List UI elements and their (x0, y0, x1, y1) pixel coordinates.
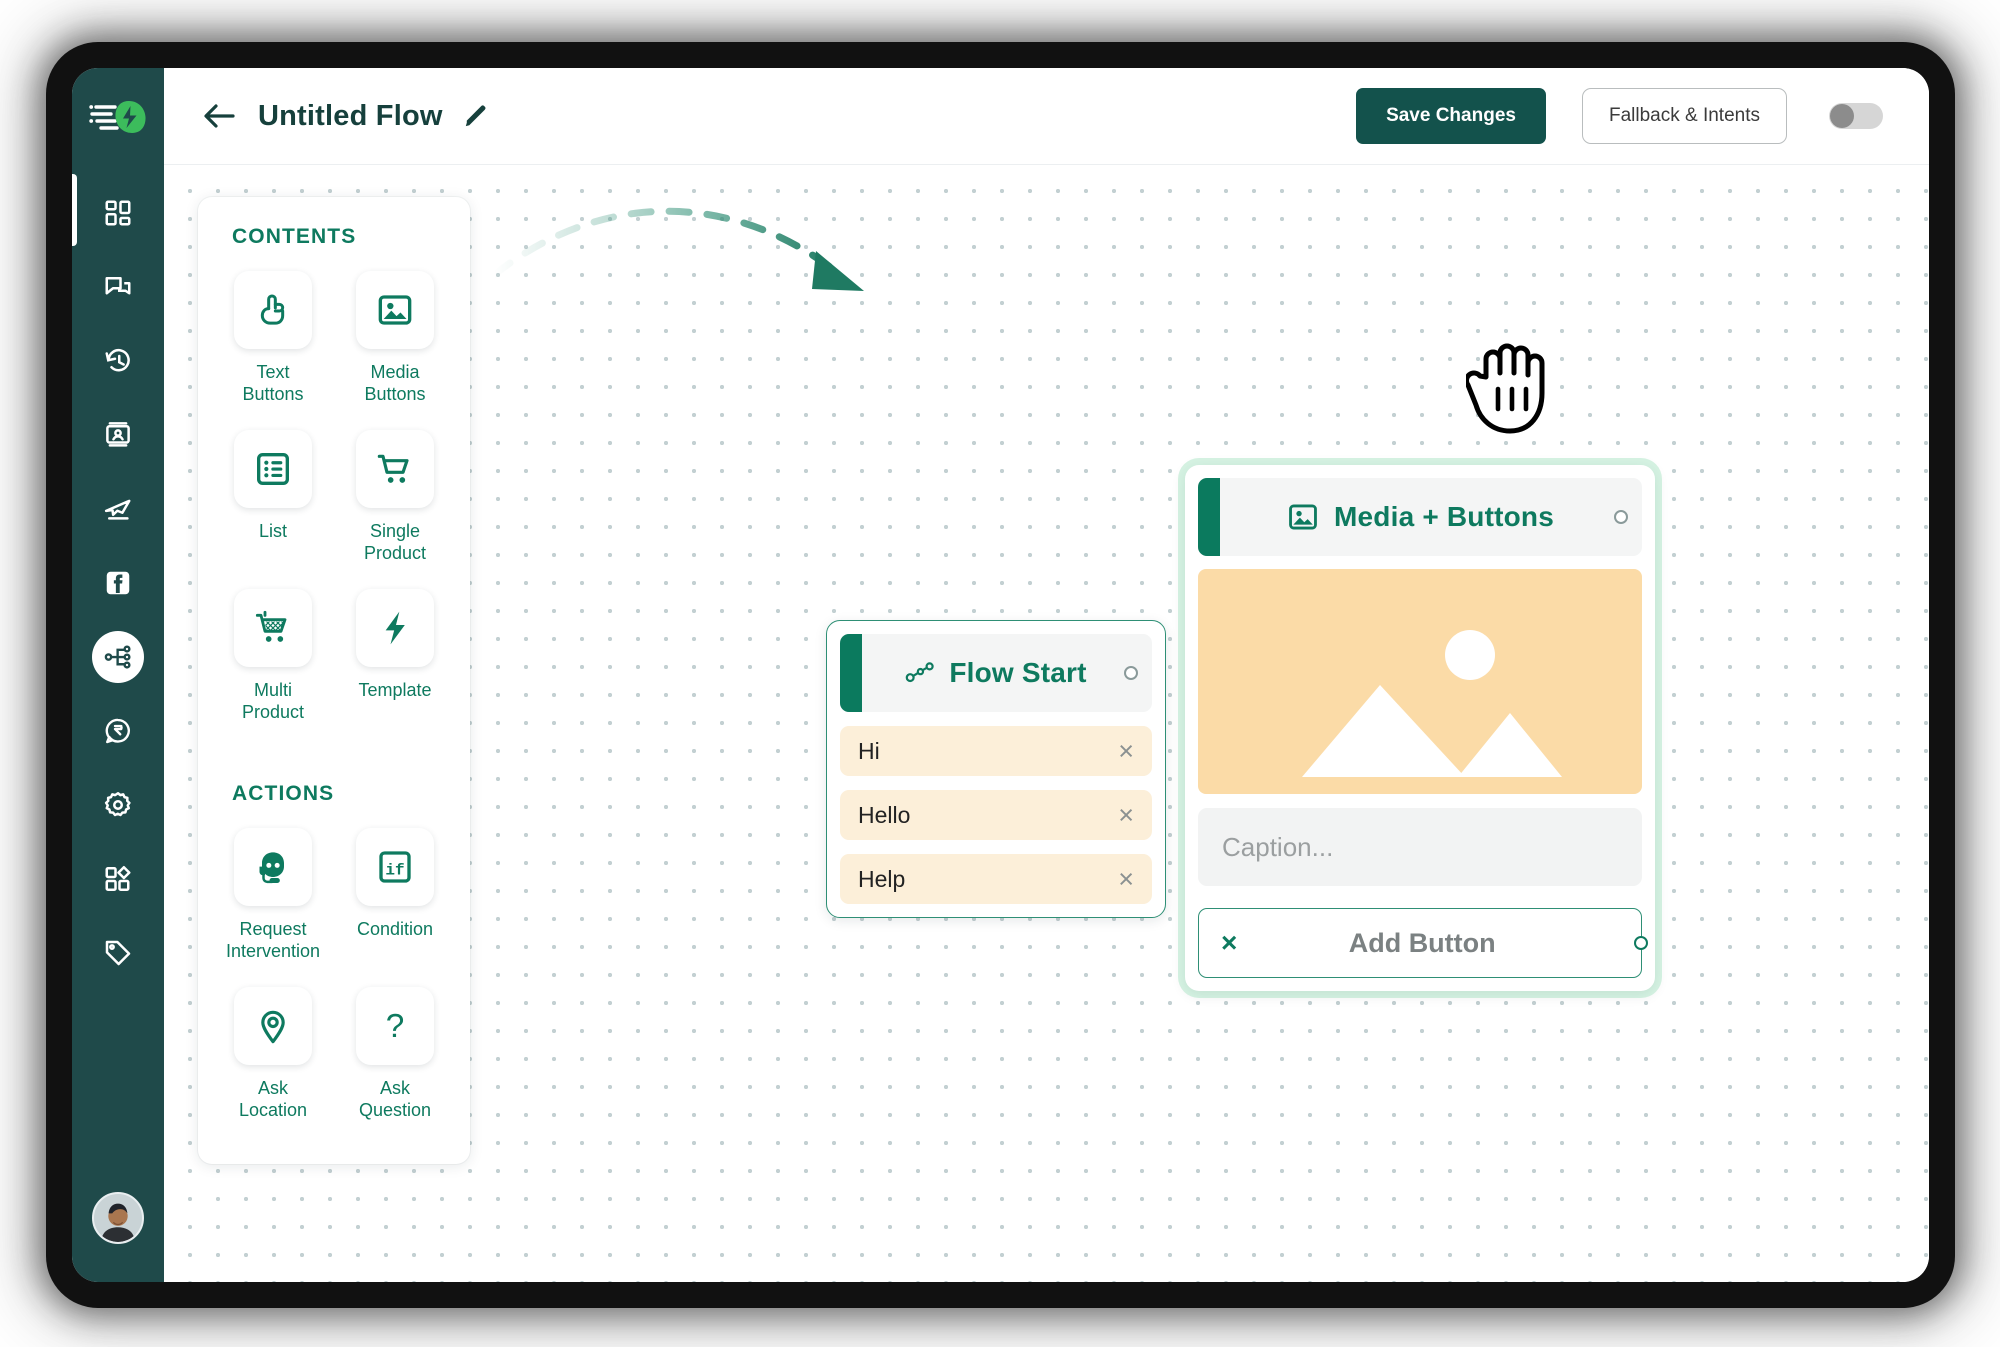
sidebar-nav (72, 187, 164, 979)
top-header: Untitled Flow Save Changes Fallback & In… (164, 68, 1929, 165)
palette-tile-list[interactable]: List (222, 430, 324, 581)
remove-trigger-icon[interactable]: × (1118, 866, 1134, 893)
sidebar-item-facebook[interactable] (92, 557, 144, 609)
caption-input[interactable]: Caption... (1198, 808, 1642, 886)
image-icon (1286, 500, 1320, 534)
media-upload-area[interactable] (1198, 569, 1642, 794)
sidebar-item-tags[interactable] (92, 927, 144, 979)
palette-tile-label: Template (358, 680, 431, 702)
flow-canvas[interactable]: CONTENTS Text Butto (164, 165, 1929, 1282)
fallback-and-intents-button[interactable]: Fallback & Intents (1582, 88, 1787, 144)
question-mark-icon: ? (356, 987, 434, 1065)
svg-text:if: if (385, 861, 404, 879)
contents-tile-grid: Text Buttons Media Buttons (222, 271, 446, 740)
trigger-row[interactable]: Help × (840, 854, 1152, 904)
palette-tile-single-product[interactable]: Single Product (344, 430, 446, 581)
palette-tile-label: Request Intervention (226, 919, 320, 963)
if-condition-icon: if (356, 828, 434, 906)
toggle-knob (1830, 104, 1854, 128)
actions-tile-grid: Request Intervention if Condition (222, 828, 446, 1138)
node-title: Media + Buttons (1334, 501, 1554, 533)
add-button-row[interactable]: × Add Button (1198, 908, 1642, 978)
main-area: Untitled Flow Save Changes Fallback & In… (164, 68, 1929, 1282)
map-pin-icon (234, 987, 312, 1065)
sidebar-item-settings[interactable] (92, 779, 144, 831)
palette-tile-template[interactable]: Template (344, 589, 446, 740)
palette-tile-text-buttons[interactable]: Text Buttons (222, 271, 324, 422)
active-section-indicator (72, 174, 77, 246)
svg-text:?: ? (386, 1008, 405, 1045)
node-flow-start[interactable]: Flow Start Hi × Hello × Help × (826, 620, 1166, 918)
node-title: Flow Start (949, 657, 1086, 689)
palette-tile-label: Media Buttons (364, 362, 425, 406)
sidebar-item-apps[interactable] (92, 853, 144, 905)
save-changes-button[interactable]: Save Changes (1356, 88, 1546, 144)
palette-tile-request-intervention[interactable]: Request Intervention (222, 828, 324, 979)
node-accent-bar (1198, 478, 1220, 556)
palette-tile-label: List (259, 521, 287, 543)
back-button[interactable] (202, 102, 236, 130)
list-icon (234, 430, 312, 508)
contents-section-title: CONTENTS (232, 225, 446, 249)
node-header[interactable]: Flow Start (840, 634, 1152, 712)
palette-tile-label: Ask Location (239, 1078, 307, 1122)
node-header[interactable]: Media + Buttons (1198, 478, 1642, 556)
page-title: Untitled Flow (258, 100, 443, 133)
trigger-text: Hello (858, 802, 1118, 829)
pencil-icon[interactable] (463, 103, 489, 129)
left-sidebar (72, 68, 164, 1282)
add-button-label: Add Button (1225, 928, 1619, 959)
sidebar-item-flows[interactable] (92, 631, 144, 683)
palette-tile-multi-product[interactable]: Multi Product (222, 589, 324, 740)
cart-full-icon (234, 589, 312, 667)
image-placeholder-icon (1230, 587, 1610, 777)
node-output-port[interactable] (1614, 510, 1628, 524)
palette-tile-label: Text Buttons (242, 362, 303, 406)
app-window: Untitled Flow Save Changes Fallback & In… (72, 68, 1929, 1282)
palette-tile-ask-location[interactable]: Ask Location (222, 987, 324, 1138)
palette-tile-label: Multi Product (242, 680, 304, 724)
remove-trigger-icon[interactable]: × (1118, 738, 1134, 765)
sidebar-item-conversations[interactable] (92, 261, 144, 313)
tap-finger-icon (234, 271, 312, 349)
agent-headset-icon (234, 828, 312, 906)
lightning-bolt-icon (356, 589, 434, 667)
button-output-port[interactable] (1634, 936, 1648, 950)
sidebar-item-history[interactable] (92, 335, 144, 387)
trigger-text: Hi (858, 738, 1118, 765)
palette-tile-label: Condition (357, 919, 433, 941)
remove-trigger-icon[interactable]: × (1118, 802, 1134, 829)
palette-tile-label: Single Product (364, 521, 426, 565)
cart-icon (356, 430, 434, 508)
user-avatar[interactable] (92, 1192, 144, 1244)
image-icon (356, 271, 434, 349)
grabbing-hand-cursor (1466, 333, 1562, 437)
node-accent-bar (840, 634, 862, 712)
node-media-buttons[interactable]: Media + Buttons Caption... × Add Button (1185, 465, 1655, 991)
brand-logo[interactable] (72, 68, 164, 165)
publish-toggle[interactable] (1829, 103, 1883, 129)
flow-nodes-icon (905, 662, 935, 684)
palette-tile-condition[interactable]: if Condition (344, 828, 446, 979)
sidebar-item-dashboard[interactable] (92, 187, 144, 239)
sidebar-item-broadcast[interactable] (92, 483, 144, 535)
trigger-text: Help (858, 866, 1118, 893)
node-output-port[interactable] (1124, 666, 1138, 680)
palette-tile-media-buttons[interactable]: Media Buttons (344, 271, 446, 422)
trigger-row[interactable]: Hi × (840, 726, 1152, 776)
sidebar-item-payments[interactable] (92, 705, 144, 757)
palette-tile-label: Ask Question (359, 1078, 431, 1122)
sidebar-item-contacts[interactable] (92, 409, 144, 461)
caption-placeholder: Caption... (1222, 832, 1333, 863)
component-palette: CONTENTS Text Butto (198, 197, 470, 1164)
trigger-row[interactable]: Hello × (840, 790, 1152, 840)
palette-tile-ask-question[interactable]: ? Ask Question (344, 987, 446, 1138)
actions-section-title: ACTIONS (232, 782, 446, 806)
